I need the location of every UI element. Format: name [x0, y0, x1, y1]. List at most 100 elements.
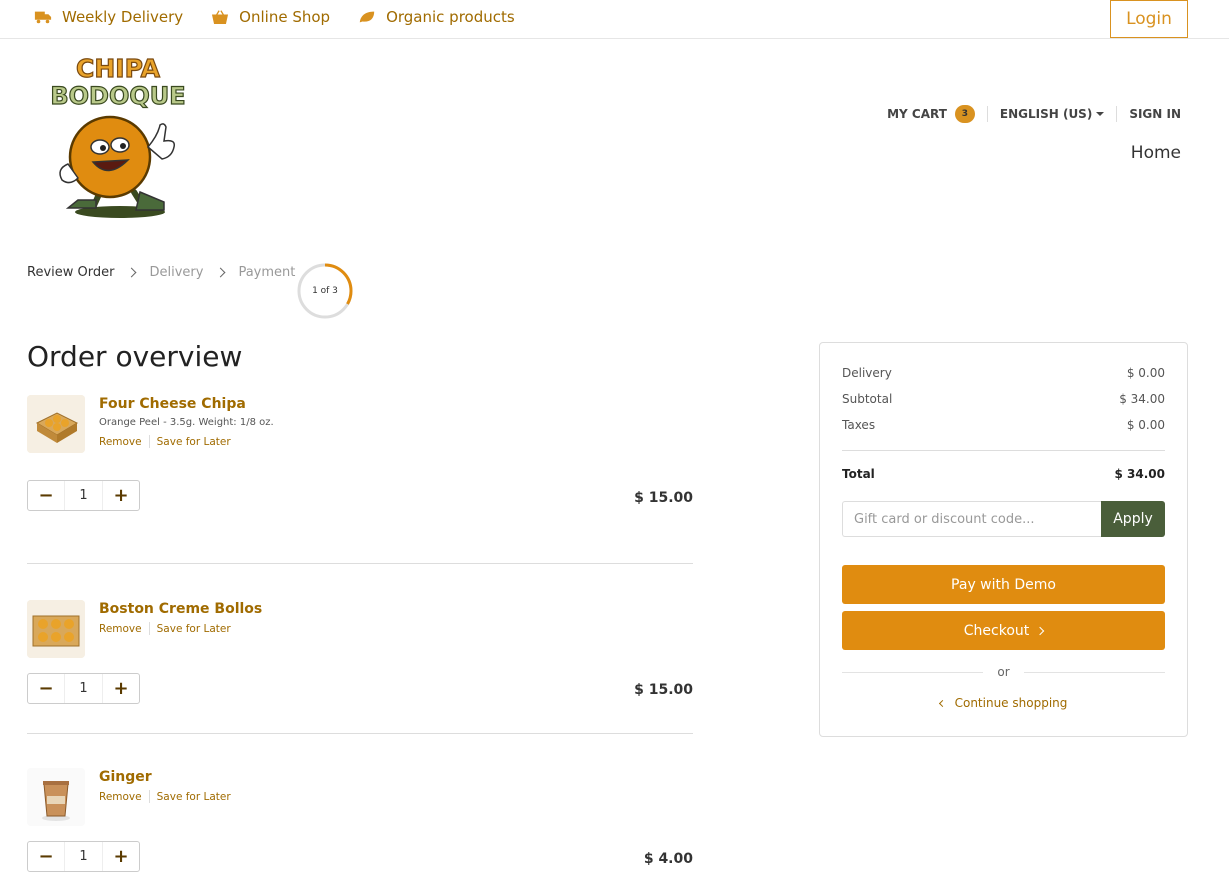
checkout-steps: Review Order Delivery Payment [27, 265, 295, 280]
topnav-label: Weekly Delivery [62, 8, 184, 26]
order-summary-panel: Delivery $ 0.00 Subtotal $ 34.00 Taxes $… [819, 342, 1188, 737]
quantity-stepper: − 1 + [27, 673, 140, 704]
item-price: $ 4.00 [643, 851, 693, 867]
logo-text-1: CHIPA [76, 54, 161, 83]
save-for-later-link[interactable]: Save for Later [157, 436, 231, 448]
divider [148, 435, 150, 448]
list-item: Four Cheese Chipa Orange Peel - 3.5g. We… [27, 395, 693, 564]
item-actions: Remove Save for Later [99, 435, 231, 448]
product-image [27, 600, 85, 658]
summary-value: $ 34.00 [1114, 467, 1165, 481]
summary-taxes-row: Taxes $ 0.00 [842, 418, 1165, 432]
decrease-quantity-button[interactable]: − [28, 481, 65, 510]
continue-label: Continue shopping [954, 696, 1068, 710]
button-label: Checkout [963, 622, 1030, 639]
item-name[interactable]: Four Cheese Chipa [99, 396, 246, 412]
topnav-label: Online Shop [239, 8, 331, 26]
step-review-order[interactable]: Review Order [27, 265, 114, 280]
apply-button[interactable]: Apply [1101, 501, 1165, 537]
decrease-quantity-button[interactable]: − [28, 674, 65, 703]
summary-label: Delivery [842, 366, 892, 380]
item-actions: Remove Save for Later [99, 790, 231, 803]
pay-with-demo-button[interactable]: Pay with Demo [842, 565, 1165, 604]
login-button[interactable]: Login [1110, 0, 1188, 38]
quantity-value[interactable]: 1 [65, 681, 102, 696]
step-delivery[interactable]: Delivery [149, 265, 203, 280]
chevron-left-icon [938, 699, 946, 707]
basket-icon [212, 10, 229, 24]
summary-label: Total [842, 467, 875, 481]
list-item: Boston Creme Bollos Remove Save for Late… [27, 564, 693, 734]
sign-in-link[interactable]: SIGN IN [1129, 107, 1181, 121]
caret-down-icon [1096, 112, 1105, 116]
product-image [27, 395, 85, 453]
chevron-right-icon [1036, 626, 1045, 635]
topnav-label: Organic products [386, 8, 515, 26]
order-overview-title: Order overview [27, 340, 243, 373]
chipa-bodoque-logo: CHIPA BODOQUE [50, 53, 186, 218]
top-bar: Weekly Delivery Online Shop Organic prod… [0, 0, 1229, 39]
topnav-weekly-delivery[interactable]: Weekly Delivery [34, 8, 183, 26]
divider [148, 622, 150, 635]
quantity-stepper: − 1 + [27, 841, 140, 872]
item-price: $ 15.00 [634, 490, 693, 506]
divider [1023, 671, 1165, 673]
quantity-value[interactable]: 1 [65, 849, 102, 864]
discount-code-input[interactable] [842, 501, 1101, 537]
topnav-organic-products[interactable]: Organic products [358, 8, 515, 26]
summary-value: $ 0.00 [1126, 418, 1165, 432]
decrease-quantity-button[interactable]: − [28, 842, 65, 871]
chevron-right-icon [215, 267, 226, 278]
or-separator: or [842, 665, 1165, 679]
product-image [27, 768, 85, 826]
increase-quantity-button[interactable]: + [102, 842, 139, 871]
save-for-later-link[interactable]: Save for Later [157, 791, 231, 803]
home-link[interactable]: Home [1131, 143, 1181, 163]
top-nav: Weekly Delivery Online Shop Organic prod… [34, 8, 515, 26]
language-label: ENGLISH (US) [999, 107, 1093, 121]
item-price: $ 15.00 [634, 682, 693, 698]
remove-link[interactable]: Remove [99, 436, 142, 448]
list-item: Ginger Remove Save for Later − 1 + $ 4.0… [27, 734, 693, 884]
summary-total-row: Total $ 34.00 [842, 467, 1165, 481]
item-actions: Remove Save for Later [99, 622, 231, 635]
logo-text-2: BODOQUE [50, 82, 185, 110]
summary-subtotal-row: Subtotal $ 34.00 [842, 392, 1165, 406]
divider [842, 671, 984, 673]
save-for-later-link[interactable]: Save for Later [157, 623, 231, 635]
cart-label: MY CART [887, 107, 947, 121]
order-items-list: Four Cheese Chipa Orange Peel - 3.5g. We… [27, 395, 693, 884]
item-description: Orange Peel - 3.5g. Weight: 1/8 oz. [99, 417, 274, 428]
leaf-icon [359, 11, 375, 23]
summary-value: $ 0.00 [1126, 366, 1165, 380]
remove-link[interactable]: Remove [99, 623, 142, 635]
chevron-right-icon [127, 267, 137, 278]
topnav-online-shop[interactable]: Online Shop [211, 8, 330, 26]
divider [148, 790, 150, 803]
divider [842, 450, 1165, 451]
continue-shopping-link[interactable]: Continue shopping [820, 696, 1187, 710]
summary-delivery-row: Delivery $ 0.00 [842, 366, 1165, 380]
checkout-button[interactable]: Checkout [842, 611, 1165, 650]
step-progress-label: 1 of 3 [312, 286, 338, 296]
increase-quantity-button[interactable]: + [102, 674, 139, 703]
cart-count-badge: 3 [954, 105, 975, 123]
increase-quantity-button[interactable]: + [102, 481, 139, 510]
discount-form: Apply [842, 501, 1165, 537]
summary-label: Taxes [842, 418, 876, 432]
divider [1116, 106, 1118, 122]
item-name[interactable]: Boston Creme Bollos [99, 601, 262, 617]
remove-link[interactable]: Remove [99, 791, 142, 803]
quantity-value[interactable]: 1 [65, 488, 102, 503]
button-label: Pay with Demo [951, 576, 1056, 593]
my-cart-link[interactable]: MY CART 3 [887, 105, 975, 123]
quantity-stepper: − 1 + [27, 480, 140, 511]
divider [986, 106, 988, 122]
header-links: MY CART 3 ENGLISH (US) SIGN IN [887, 105, 1181, 123]
summary-label: Subtotal [842, 392, 893, 406]
step-payment[interactable]: Payment [238, 265, 295, 280]
item-name[interactable]: Ginger [99, 769, 152, 785]
truck-icon [34, 11, 52, 24]
language-selector[interactable]: ENGLISH (US) [999, 107, 1105, 121]
summary-value: $ 34.00 [1119, 392, 1165, 406]
